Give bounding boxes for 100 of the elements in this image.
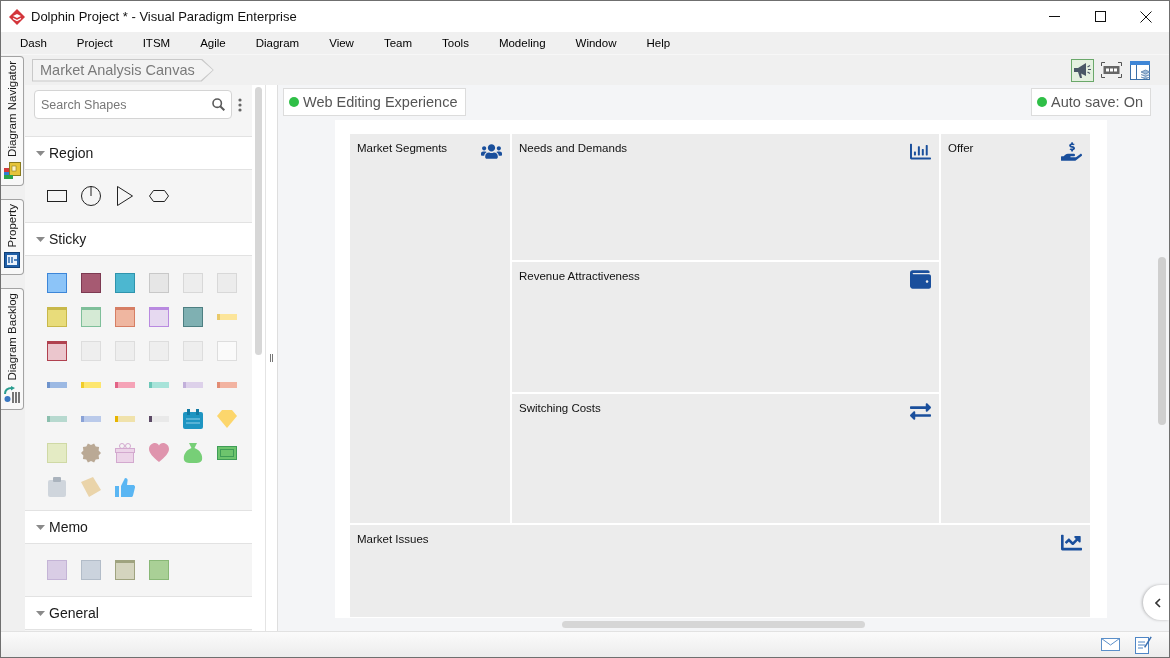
window-title: Dolphin Project * - Visual Paradigm Enterprise [31,9,298,24]
clipboard-icon[interactable] [47,477,67,497]
swap-arrows-icon [910,401,931,422]
sticky-note-icon[interactable] [149,307,169,327]
money-bag-icon[interactable] [183,443,203,463]
side-tab[interactable]: Diagram Navigator [1,56,24,186]
fit-to-window-icon [1101,62,1122,78]
scrollbar[interactable] [562,621,865,628]
sticky-note-icon[interactable] [115,560,135,580]
sticky-note-icon[interactable] [47,341,67,361]
section-title: General [49,605,99,621]
canvas-block[interactable]: Revenue Attractiveness [512,262,939,392]
sticky-note-icon[interactable] [81,273,101,293]
block-title: Needs and Demands [519,142,628,154]
menu-item[interactable]: View [329,37,354,49]
menu-item[interactable]: Modeling [498,37,546,49]
triangle-icon[interactable] [117,186,133,206]
block-title: Market Issues [357,533,429,545]
sticky-note-icon[interactable] [183,307,203,327]
canvas-block[interactable]: Switching Costs [512,394,939,523]
menu-item[interactable]: Team [383,37,413,49]
mail-button[interactable] [1101,638,1120,651]
hexagon-icon[interactable] [149,190,169,202]
chevron-left-icon [1155,597,1161,608]
menu-item[interactable]: Dash [20,37,47,49]
canvas-block[interactable]: Needs and Demands [512,134,939,260]
sticky-note-icon[interactable] [47,273,67,293]
block-title: Switching Costs [519,402,601,414]
heart-icon[interactable] [149,443,169,463]
more-options-icon[interactable] [238,97,242,112]
block-title: Market Segments [357,142,448,154]
menu-item[interactable]: Agile [200,37,226,49]
people-icon [481,141,502,162]
calendar-icon[interactable] [183,409,203,429]
sticky-note-icon[interactable] [81,307,101,327]
badge-label: Web Editing Experience [303,94,458,110]
canvas-block[interactable]: Market Segments [350,134,510,523]
line-chart-icon [1061,532,1082,553]
envelope-icon [1101,638,1120,651]
gear-icon[interactable] [81,443,101,463]
side-tab[interactable]: Diagram Backlog [1,288,24,410]
menu-item[interactable]: ITSM [142,37,171,49]
tape-icon[interactable] [149,416,169,422]
notes-button[interactable] [1135,635,1152,654]
diamond-icon[interactable] [217,409,237,429]
gift-icon[interactable] [115,443,135,463]
folder-icon [3,161,21,179]
menu-item[interactable]: Diagram [255,37,300,49]
collapse-button[interactable] [1143,585,1169,620]
section-header[interactable]: Region [25,136,252,170]
block-title: Offer [948,142,974,154]
close-icon [1140,10,1152,23]
note-pencil-icon [1135,635,1152,654]
grip-icon [270,354,273,362]
menu-item[interactable]: Project [76,37,113,49]
tag-icon[interactable] [81,477,101,497]
section-title: Region [49,145,94,161]
circle-icon[interactable] [81,186,101,206]
scrollbar[interactable] [255,87,262,355]
thumbs-up-icon[interactable] [115,477,135,497]
rectangle-icon[interactable] [47,190,67,202]
minimize-icon [1048,16,1060,17]
menu-item[interactable]: Window [575,37,617,49]
status-badge[interactable]: Web Editing Experience [283,88,466,116]
app-logo-icon [9,8,25,25]
block-title: Revenue Attractiveness [519,270,640,282]
hand-dollar-icon [1061,141,1082,162]
window-layers-icon [1130,60,1151,80]
side-tab[interactable]: Property [1,198,24,276]
sticky-note-icon[interactable] [115,307,135,327]
search-field[interactable]: Search Shapes [34,90,232,119]
section-header[interactable]: Memo [25,510,252,544]
banknote-icon[interactable] [217,443,237,463]
canvas-block[interactable]: Offer [941,134,1090,523]
canvas-block[interactable]: Market Issues [350,525,1090,617]
backlog-icon [3,385,21,403]
breadcrumb[interactable]: Market Analysis Canvas [32,58,214,82]
toolbar-button[interactable] [1071,58,1094,82]
section-title: Sticky [49,231,87,247]
maximize-icon [1094,11,1106,22]
caret-down-icon [36,150,45,156]
scrollbar[interactable] [1158,257,1166,425]
menu-item[interactable]: Help [646,37,671,49]
menu-item[interactable]: Tools [442,37,469,49]
caret-down-icon [36,610,45,616]
search-icon [212,98,225,111]
sticky-note-icon[interactable] [115,273,135,293]
section-header[interactable]: General [25,596,252,630]
toolbar-button[interactable] [1129,58,1152,82]
bar-chart-icon [910,141,931,162]
splitter[interactable] [265,85,278,631]
section-title: Memo [49,519,88,535]
caret-down-icon [36,236,45,242]
wallet-icon [910,269,931,290]
badge-label: Auto save: On [1051,94,1143,110]
status-badge[interactable]: Auto save: On [1031,88,1151,116]
megaphone-icon [1074,62,1091,78]
property-sheet-icon [4,252,20,269]
caret-down-icon [36,524,45,530]
section-header[interactable]: Sticky [25,222,252,256]
